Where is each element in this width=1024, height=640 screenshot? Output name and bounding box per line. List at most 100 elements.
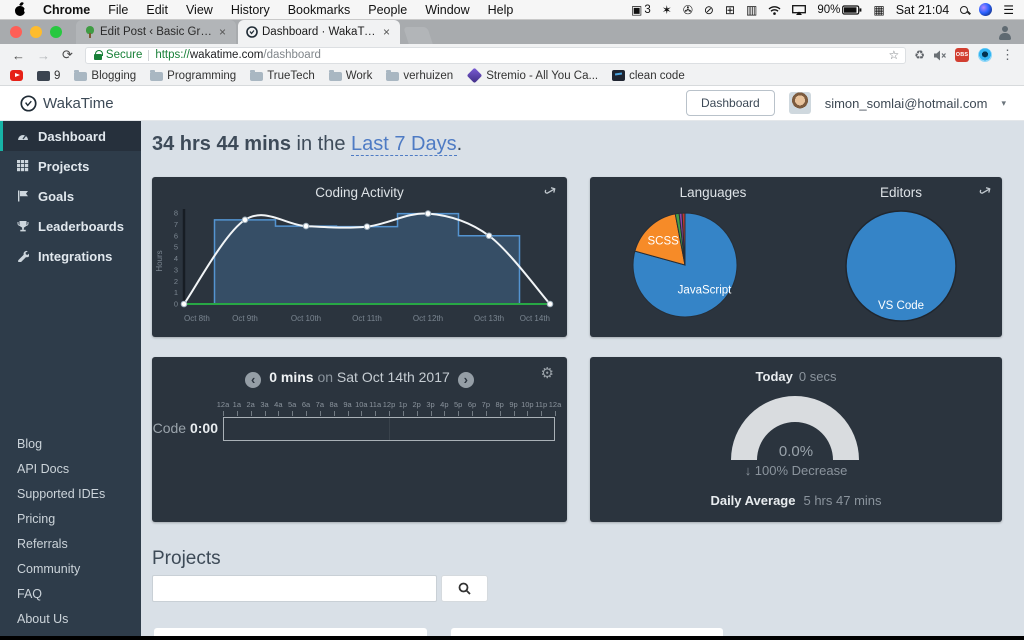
- sidebar-item-dashboard[interactable]: Dashboard: [0, 121, 141, 151]
- bookmark-work[interactable]: Work: [329, 70, 373, 82]
- flag-icon: [17, 190, 29, 202]
- chevron-down-icon[interactable]: ▾: [1001, 98, 1006, 109]
- svg-text:8: 8: [174, 209, 178, 218]
- svg-text:Oct 12th: Oct 12th: [413, 314, 443, 323]
- menu-history[interactable]: History: [231, 3, 270, 17]
- menubar-clock[interactable]: Sat 21:04: [896, 3, 950, 17]
- hour-tick: [527, 411, 528, 416]
- browser-profile-icon[interactable]: [998, 26, 1012, 40]
- wakatime-logo[interactable]: WakaTime: [20, 95, 114, 112]
- bookmark-stremio-all-you-ca-[interactable]: Stremio - All You Ca...: [467, 70, 598, 82]
- extension-badge-label: OBS: [955, 48, 969, 62]
- bookmark-blogging[interactable]: Blogging: [74, 70, 136, 82]
- browser-menu-icon[interactable]: ⋮: [1001, 47, 1014, 63]
- sidebar-item-goals[interactable]: Goals: [0, 181, 141, 211]
- daily-average-value: 5 hrs 47 mins: [803, 493, 881, 508]
- keyboard-icon[interactable]: ⊞: [725, 3, 735, 17]
- user-email[interactable]: simon_somlai@hotmail.com: [825, 96, 988, 111]
- gauge-change: ↓ 100% Decrease: [590, 463, 1002, 478]
- sidebar-link-referrals[interactable]: Referrals: [0, 531, 141, 556]
- hour-tick: [389, 411, 390, 416]
- apple-menu-icon[interactable]: [14, 3, 27, 16]
- next-day-icon[interactable]: ›: [458, 372, 474, 388]
- bookmark-verhuizen[interactable]: verhuizen: [386, 70, 453, 82]
- bookmark-programming[interactable]: Programming: [150, 70, 236, 82]
- bookmark-9[interactable]: 9: [37, 70, 60, 82]
- projects-search-button[interactable]: [441, 575, 488, 602]
- back-icon[interactable]: ←: [12, 48, 25, 63]
- notification-center-icon[interactable]: ☰: [1003, 3, 1014, 17]
- sidebar-link-api-docs[interactable]: API Docs: [0, 456, 141, 481]
- window-zoom-button[interactable]: [50, 26, 62, 38]
- last-7-days-link[interactable]: Last 7 Days: [351, 133, 457, 156]
- menu-chrome[interactable]: Chrome: [43, 3, 90, 17]
- code-duration: 0:00: [190, 420, 218, 436]
- extension-recycle-icon[interactable]: ♻: [914, 48, 925, 62]
- memory-icon[interactable]: ▥: [746, 3, 757, 17]
- sidebar-link-community[interactable]: Community: [0, 556, 141, 581]
- projects-search-input[interactable]: [152, 575, 437, 602]
- menu-file[interactable]: File: [108, 3, 128, 17]
- sidebar-item-projects[interactable]: Projects: [0, 151, 141, 181]
- svg-text:3: 3: [174, 265, 178, 274]
- hour-tick: [486, 411, 487, 416]
- svg-text:7: 7: [174, 220, 178, 229]
- hour-tick: [431, 411, 432, 416]
- hour-tick: [292, 411, 293, 416]
- bookmark-truetech[interactable]: TrueTech: [250, 70, 315, 82]
- do-not-disturb-icon[interactable]: ⊘: [704, 3, 714, 17]
- siri-icon[interactable]: [979, 3, 992, 16]
- sidebar-item-leaderboards[interactable]: Leaderboards: [0, 211, 141, 241]
- hour-tick: [334, 411, 335, 416]
- sidebar-link-faq[interactable]: FAQ: [0, 581, 141, 606]
- new-tab-button[interactable]: [403, 27, 433, 44]
- bookmark-star-icon[interactable]: ☆: [888, 48, 899, 62]
- sidebar-link-pricing[interactable]: Pricing: [0, 506, 141, 531]
- tab-edit-post[interactable]: Edit Post ‹ Basic Growth — Wo ×: [76, 20, 236, 44]
- battery-indicator[interactable]: 90%: [817, 4, 862, 16]
- sidebar-link-blog[interactable]: Blog: [0, 431, 141, 456]
- wifi-icon[interactable]: [768, 5, 781, 15]
- extension-mute-icon[interactable]: [934, 50, 946, 61]
- sidebar-link-supported-ides[interactable]: Supported IDEs: [0, 481, 141, 506]
- hour-tick: [375, 411, 376, 416]
- menu-help[interactable]: Help: [488, 3, 514, 17]
- bookmark-clean-code[interactable]: clean code: [612, 70, 685, 82]
- gear-icon[interactable]: ⚙: [541, 364, 554, 382]
- folder-icon: [250, 72, 263, 81]
- screen: Chrome File Edit View History Bookmarks People…: [0, 0, 1024, 640]
- window-close-button[interactable]: [10, 26, 22, 38]
- bookmark-youtube[interactable]: [10, 70, 23, 81]
- forward-icon[interactable]: →: [37, 48, 50, 63]
- address-bar[interactable]: Secure https://wakatime.com/dashboard ☆: [85, 47, 906, 64]
- input-source-icon[interactable]: ▦: [873, 3, 884, 17]
- previous-day-icon[interactable]: ‹: [245, 372, 261, 388]
- extension-red-badge-icon[interactable]: OBS: [955, 48, 969, 62]
- sidebar-link-about-us[interactable]: About Us: [0, 606, 141, 631]
- menu-people[interactable]: People: [368, 3, 407, 17]
- tab-dashboard[interactable]: Dashboard · WakaTime ×: [238, 20, 400, 44]
- spotlight-icon[interactable]: [960, 6, 968, 14]
- layers-icon[interactable]: ▣3: [631, 3, 651, 17]
- window-minimize-button[interactable]: [30, 26, 42, 38]
- menu-bookmarks[interactable]: Bookmarks: [288, 3, 351, 17]
- paperclip-icon[interactable]: ✇: [683, 3, 693, 17]
- extension-eye-icon[interactable]: [978, 48, 992, 62]
- svg-text:2: 2: [174, 277, 178, 286]
- close-icon[interactable]: ×: [217, 25, 228, 39]
- svg-text:6: 6: [174, 231, 178, 240]
- svg-text:5: 5: [174, 243, 178, 252]
- avast-icon[interactable]: ✶: [662, 3, 672, 17]
- reload-icon[interactable]: ⟳: [62, 47, 73, 63]
- close-icon[interactable]: ×: [381, 25, 392, 39]
- airplay-icon[interactable]: [792, 5, 806, 15]
- secure-label[interactable]: Secure: [106, 49, 142, 61]
- menu-edit[interactable]: Edit: [146, 3, 168, 17]
- dashboard-button[interactable]: Dashboard: [686, 90, 775, 116]
- user-avatar[interactable]: [789, 92, 811, 114]
- menu-view[interactable]: View: [186, 3, 213, 17]
- code-timeline-track: [223, 417, 555, 441]
- sidebar: DashboardProjectsGoalsLeaderboardsIntegr…: [0, 121, 141, 640]
- sidebar-item-integrations[interactable]: Integrations: [0, 241, 141, 271]
- menu-window[interactable]: Window: [425, 3, 469, 17]
